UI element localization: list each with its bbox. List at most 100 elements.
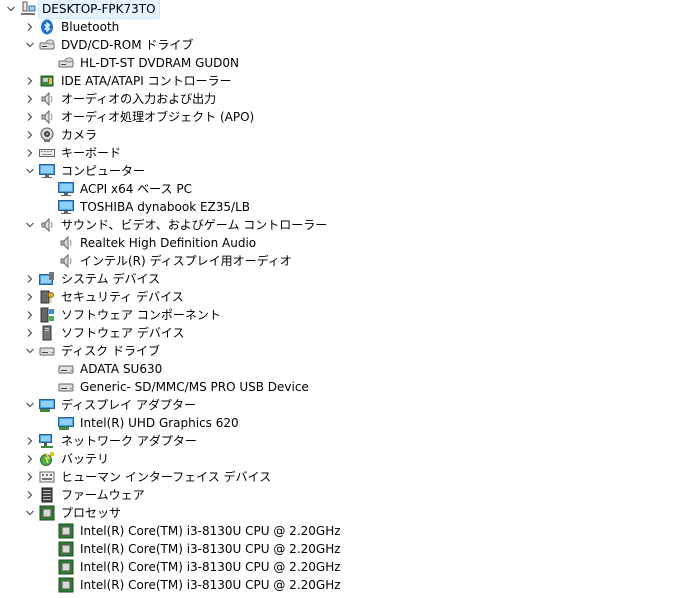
tree-category-row[interactable]: オーディオ処理オブジェクト (APO): [0, 108, 685, 126]
tree-category-row[interactable]: IDE ATA/ATAPI コントローラー: [0, 72, 685, 90]
tree-device-row[interactable]: Intel(R) Core(TM) i3-8130U CPU @ 2.20GHz: [0, 558, 685, 576]
collapse-chevron-icon[interactable]: [23, 216, 37, 234]
tree-item-label: サウンド、ビデオ、およびゲーム コントローラー: [61, 218, 328, 232]
tree-category-row[interactable]: ファームウェア: [0, 486, 685, 504]
tree-category-row[interactable]: セキュリティ デバイス: [0, 288, 685, 306]
tree-device-row[interactable]: TOSHIBA dynabook EZ35/LB: [0, 198, 685, 216]
processor-icon: [39, 505, 55, 521]
processor-icon: [58, 559, 74, 575]
tree-category-row[interactable]: ソフトウェア デバイス: [0, 324, 685, 342]
tree-item-label: ネットワーク アダプター: [61, 434, 197, 448]
tree-category-row[interactable]: ヒューマン インターフェイス デバイス: [0, 468, 685, 486]
tree-device-row[interactable]: Intel(R) Core(TM) i3-8130U CPU @ 2.20GHz: [0, 522, 685, 540]
tree-item-label: プロセッサ: [61, 506, 122, 520]
tree-category-row[interactable]: DVD/CD-ROM ドライブ: [0, 36, 685, 54]
tree-item-label: ディスプレイ アダプター: [61, 398, 196, 412]
ide-controller-icon: [39, 73, 55, 89]
tree-item-label: バッテリ: [61, 452, 110, 466]
expand-chevron-icon[interactable]: [23, 72, 37, 90]
tree-item-label: Intel(R) Core(TM) i3-8130U CPU @ 2.20GHz: [80, 524, 341, 538]
expand-chevron-icon[interactable]: [23, 306, 37, 324]
speaker-icon: [39, 91, 55, 107]
expand-chevron-icon[interactable]: [23, 90, 37, 108]
dvd-drive-icon: [58, 55, 74, 71]
collapse-chevron-icon[interactable]: [4, 0, 18, 18]
processor-icon: [58, 541, 74, 557]
tree-device-row[interactable]: Intel(R) Core(TM) i3-8130U CPU @ 2.20GHz: [0, 540, 685, 558]
system-devices-icon: [39, 271, 55, 287]
tree-device-row[interactable]: ACPI x64 ベース PC: [0, 180, 685, 198]
tree-item-label: Intel(R) Core(TM) i3-8130U CPU @ 2.20GHz: [80, 560, 341, 574]
tree-category-row[interactable]: ディスプレイ アダプター: [0, 396, 685, 414]
tree-category-row[interactable]: カメラ: [0, 126, 685, 144]
tree-item-label: ディスク ドライブ: [61, 344, 160, 358]
software-device-icon: [39, 325, 55, 341]
tree-device-row[interactable]: インテル(R) ディスプレイ用オーディオ: [0, 252, 685, 270]
tree-category-row[interactable]: システム デバイス: [0, 270, 685, 288]
software-component-icon: [39, 307, 55, 323]
camera-icon: [39, 127, 55, 143]
tree-item-label: インテル(R) ディスプレイ用オーディオ: [80, 254, 292, 268]
tree-device-row[interactable]: HL-DT-ST DVDRAM GUD0N: [0, 54, 685, 72]
tree-item-label: ACPI x64 ベース PC: [80, 182, 192, 196]
monitor-icon: [58, 199, 74, 215]
tree-item-label: セキュリティ デバイス: [61, 290, 184, 304]
tree-category-row[interactable]: キーボード: [0, 144, 685, 162]
tree-item-label: DVD/CD-ROM ドライブ: [61, 38, 194, 52]
display-adapter-icon: [39, 397, 55, 413]
battery-icon: [39, 451, 55, 467]
disk-drive-icon: [58, 361, 74, 377]
keyboard-icon: [39, 145, 55, 161]
hid-icon: [39, 469, 55, 485]
tree-category-row[interactable]: オーディオの入力および出力: [0, 90, 685, 108]
tree-category-row[interactable]: ネットワーク アダプター: [0, 432, 685, 450]
collapse-chevron-icon[interactable]: [23, 396, 37, 414]
disk-drive-icon: [58, 379, 74, 395]
expand-chevron-icon[interactable]: [23, 486, 37, 504]
expand-chevron-icon[interactable]: [23, 288, 37, 306]
expand-chevron-icon[interactable]: [23, 126, 37, 144]
expand-chevron-icon[interactable]: [23, 468, 37, 486]
dvd-drive-icon: [39, 37, 55, 53]
tree-device-row[interactable]: ADATA SU630: [0, 360, 685, 378]
tree-device-row[interactable]: Realtek High Definition Audio: [0, 234, 685, 252]
tree-item-label: システム デバイス: [61, 272, 161, 286]
collapse-chevron-icon[interactable]: [23, 342, 37, 360]
speaker-icon: [58, 253, 74, 269]
speaker-icon: [58, 235, 74, 251]
tree-item-label: オーディオ処理オブジェクト (APO): [61, 110, 255, 124]
speaker-icon: [39, 109, 55, 125]
monitor-icon: [39, 163, 55, 179]
tree-device-row[interactable]: Intel(R) UHD Graphics 620: [0, 414, 685, 432]
speaker-icon: [39, 217, 55, 233]
expand-chevron-icon[interactable]: [23, 324, 37, 342]
expand-chevron-icon[interactable]: [23, 450, 37, 468]
computer-tree-icon: [20, 1, 36, 17]
tree-item-label: キーボード: [61, 146, 122, 160]
tree-root-row[interactable]: DESKTOP-FPK73TO: [0, 0, 685, 19]
tree-device-row[interactable]: Intel(R) Core(TM) i3-8130U CPU @ 2.20GHz: [0, 576, 685, 594]
expand-chevron-icon[interactable]: [23, 108, 37, 126]
tree-item-label: Generic- SD/MMC/MS PRO USB Device: [80, 380, 309, 394]
expand-chevron-icon[interactable]: [23, 270, 37, 288]
tree-item-label: IDE ATA/ATAPI コントローラー: [61, 74, 232, 88]
tree-category-row[interactable]: ソフトウェア コンポーネント: [0, 306, 685, 324]
tree-item-label: コンピューター: [61, 164, 146, 178]
expand-chevron-icon[interactable]: [23, 18, 37, 36]
tree-category-row[interactable]: サウンド、ビデオ、およびゲーム コントローラー: [0, 216, 685, 234]
monitor-icon: [58, 181, 74, 197]
tree-category-row[interactable]: バッテリ: [0, 450, 685, 468]
tree-category-row[interactable]: プロセッサ: [0, 504, 685, 522]
tree-item-label: DESKTOP-FPK73TO: [38, 0, 160, 19]
collapse-chevron-icon[interactable]: [23, 162, 37, 180]
processor-icon: [58, 523, 74, 539]
tree-category-row[interactable]: Bluetooth: [0, 18, 685, 36]
tree-item-label: ADATA SU630: [80, 362, 163, 376]
collapse-chevron-icon[interactable]: [23, 504, 37, 522]
collapse-chevron-icon[interactable]: [23, 36, 37, 54]
expand-chevron-icon[interactable]: [23, 144, 37, 162]
expand-chevron-icon[interactable]: [23, 432, 37, 450]
tree-device-row[interactable]: Generic- SD/MMC/MS PRO USB Device: [0, 378, 685, 396]
tree-category-row[interactable]: ディスク ドライブ: [0, 342, 685, 360]
tree-category-row[interactable]: コンピューター: [0, 162, 685, 180]
